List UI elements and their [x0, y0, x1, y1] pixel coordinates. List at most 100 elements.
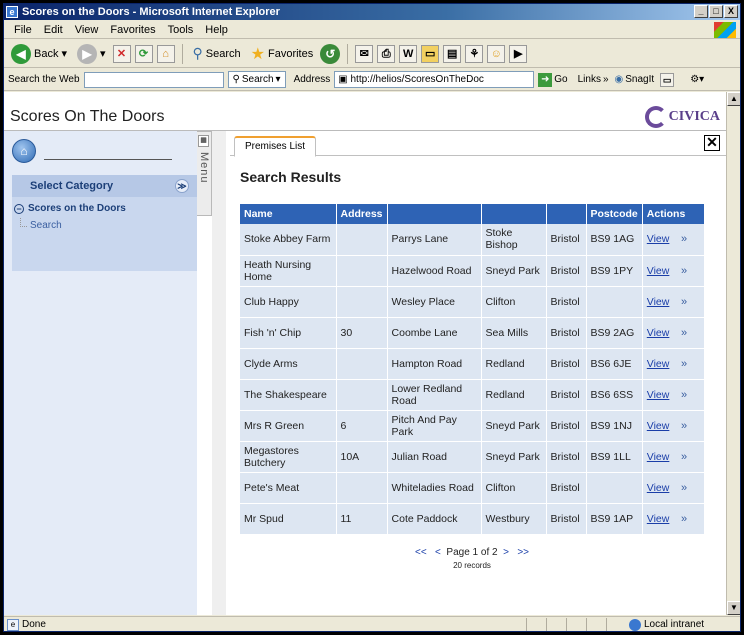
menu-edit[interactable]: Edit [38, 24, 69, 36]
chevron-right-icon[interactable]: » [681, 420, 687, 432]
view-link[interactable]: View [647, 265, 670, 277]
status-pane [566, 617, 586, 631]
chevron-right-icon[interactable]: » [681, 482, 687, 494]
cell-street: Hampton Road [387, 348, 482, 380]
home-globe-icon[interactable]: ⌂ [12, 139, 36, 163]
forward-button[interactable]: ▶ ▾ [74, 42, 109, 66]
cell-name: Mrs R Green [240, 410, 337, 442]
chevron-right-icon[interactable]: » [681, 358, 687, 370]
print-icon[interactable]: ⎙ [377, 44, 396, 63]
menu-tab[interactable]: ▦ Menu [197, 131, 212, 216]
menu-pin-icon: ▦ [198, 135, 209, 147]
chevron-right-icon[interactable]: » [681, 451, 687, 463]
security-zone-label: Local intranet [644, 619, 705, 630]
view-link[interactable]: View [647, 296, 670, 308]
maximize-button[interactable]: □ [709, 5, 723, 18]
view-link[interactable]: View [647, 482, 670, 494]
close-window-button[interactable]: X [724, 5, 738, 18]
cell-postcode: BS6 6SS [586, 379, 643, 411]
snagit-icon: ◉ [614, 74, 624, 85]
snagit-button[interactable]: SnagIt [625, 74, 654, 85]
cell-city: Bristol [546, 224, 587, 256]
chevron-right-icon[interactable]: » [681, 296, 687, 308]
table-row: Clyde Arms Hampton Road Redland Bristol … [240, 348, 705, 380]
scroll-down-icon[interactable]: ▼ [727, 601, 740, 615]
refresh-icon[interactable]: ⟳ [134, 44, 153, 63]
chevron-right-icon[interactable]: » [681, 327, 687, 339]
history-icon[interactable]: ↺ [320, 43, 341, 64]
view-link[interactable]: View [647, 327, 670, 339]
cell-street: Lower Redland Road [387, 379, 482, 411]
mail-icon[interactable]: ✉ [355, 44, 374, 63]
category-scores-on-the-doors[interactable]: − Scores on the Doors [12, 197, 197, 214]
cell-street: Pitch And Pay Park [387, 410, 482, 442]
minimize-button[interactable]: _ [694, 5, 708, 18]
window-icon[interactable]: ▭ [660, 72, 675, 87]
collapse-icon[interactable]: ≫ [175, 179, 189, 193]
smiley-icon[interactable]: ☺ [487, 44, 506, 63]
first-page-link[interactable]: << [415, 547, 427, 558]
select-category-header[interactable]: Select Category ≫ [12, 175, 197, 197]
view-link[interactable]: View [647, 451, 670, 463]
web-search-input[interactable] [83, 71, 224, 88]
status-text: Done [22, 619, 46, 630]
home-icon[interactable]: ⌂ [156, 44, 175, 63]
stop-icon[interactable]: ✕ [112, 44, 131, 63]
toolbar-separator [181, 43, 183, 64]
word-icon[interactable]: W [399, 44, 418, 63]
chevron-right-icon[interactable]: » [603, 74, 609, 85]
search-button[interactable]: ⚲ Search [190, 42, 244, 66]
chevron-right-icon[interactable]: » [681, 389, 687, 401]
cell-name: Fish 'n' Chip [240, 317, 337, 349]
cell-name: Club Happy [240, 286, 337, 318]
last-page-link[interactable]: >> [517, 547, 529, 558]
extras-icon[interactable]: ⚙▾ [690, 74, 704, 85]
menu-help[interactable]: Help [199, 24, 234, 36]
research-icon[interactable]: ▤ [443, 44, 462, 63]
category-panel: Select Category ≫ − Scores on the Doors … [12, 175, 197, 271]
scroll-up-icon[interactable]: ▲ [727, 92, 740, 106]
dropdown-arrow-icon: ▾ [61, 48, 67, 60]
links-label[interactable]: Links [578, 74, 601, 85]
prev-page-link[interactable]: < [435, 547, 441, 558]
chevron-right-icon[interactable]: » [681, 233, 687, 245]
menu-file[interactable]: File [8, 24, 38, 36]
status-pane [546, 617, 566, 631]
page-icon: ▣ [338, 74, 351, 85]
column-header-area [481, 204, 547, 224]
go-button[interactable]: ➜ Go [538, 72, 568, 87]
view-link[interactable]: View [647, 513, 670, 525]
favorites-button[interactable]: ★ Favorites [248, 42, 317, 66]
vertical-scrollbar[interactable]: ▲ ▼ [726, 92, 740, 615]
chevron-right-icon[interactable]: » [681, 265, 687, 277]
category-label: Scores on the Doors [28, 203, 126, 214]
cell-number [336, 348, 388, 380]
messenger-icon[interactable]: ⚘ [465, 44, 484, 63]
sidebar-item-search[interactable]: Search [12, 214, 197, 231]
page-done-icon: e [7, 618, 19, 631]
column-header-street [387, 204, 482, 224]
folder-icon[interactable]: ▭ [421, 44, 440, 63]
address-input[interactable]: ▣ http://helios/ScoresOnTheDoc [334, 71, 535, 88]
intranet-zone-icon [629, 618, 641, 631]
view-link[interactable]: View [647, 389, 670, 401]
back-button[interactable]: ◀ Back ▾ [8, 42, 70, 66]
tab-premises-list[interactable]: Premises List [234, 136, 317, 157]
close-icon[interactable]: ✕ [704, 135, 720, 151]
cell-street: Hazelwood Road [387, 255, 482, 287]
cell-number [336, 224, 388, 256]
menu-tab-label: Menu [198, 152, 210, 184]
sidebar: ⌂ Select Category ≫ − Scores on the Door… [4, 131, 197, 615]
view-link[interactable]: View [647, 420, 670, 432]
address-label: Address [293, 74, 331, 85]
chevron-right-icon[interactable]: » [681, 513, 687, 525]
next-page-link[interactable]: > [503, 547, 509, 558]
menu-view[interactable]: View [69, 24, 105, 36]
column-header-actions: Actions [642, 204, 705, 224]
view-link[interactable]: View [647, 233, 670, 245]
menu-favorites[interactable]: Favorites [104, 24, 161, 36]
search-web-button[interactable]: ⚲ Search ▾ [227, 71, 286, 88]
media-icon[interactable]: ▶ [509, 44, 528, 63]
view-link[interactable]: View [647, 358, 670, 370]
menu-tools[interactable]: Tools [162, 24, 200, 36]
